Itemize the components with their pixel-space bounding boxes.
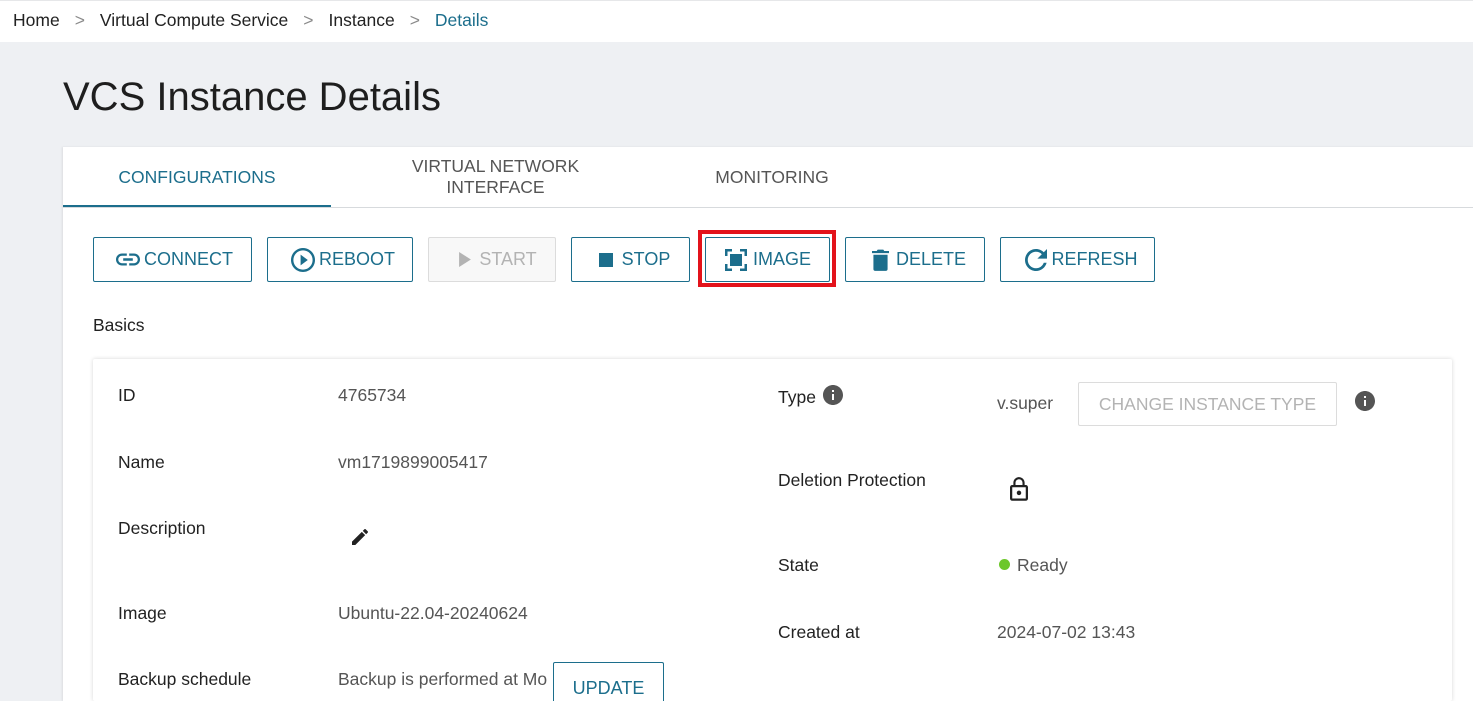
description-label: Description xyxy=(118,518,206,538)
image-label: Image xyxy=(118,603,167,623)
play-circle-icon xyxy=(290,247,315,272)
created-at-value: 2024-07-02 13:43 xyxy=(997,622,1136,642)
breadcrumb-home-link[interactable]: Home xyxy=(13,10,60,31)
start-button-label: START xyxy=(479,249,537,269)
type-value: v.super xyxy=(997,393,1054,413)
refresh-icon xyxy=(1025,248,1048,271)
stop-button-label: STOP xyxy=(621,249,671,269)
tab-virtual-network-interface[interactable]: VIRTUAL NETWORK INTERFACE xyxy=(331,147,660,207)
image-value: Ubuntu-22.04-20240624 xyxy=(338,603,528,623)
stop-button[interactable]: STOP xyxy=(571,237,690,282)
change-instance-type-button[interactable]: CHANGE INSTANCE TYPE xyxy=(1078,382,1337,426)
link-icon xyxy=(116,253,140,266)
reboot-button-label: REBOOT xyxy=(318,249,395,269)
tab-virtual-network-interface-label: VIRTUAL NETWORK INTERFACE xyxy=(411,156,580,197)
breadcrumb-instance-link[interactable]: Instance xyxy=(329,10,395,31)
tab-monitoring[interactable]: MONITORING xyxy=(660,147,884,207)
refresh-button[interactable]: REFRESH xyxy=(1000,237,1155,282)
delete-button-label: DELETE xyxy=(895,249,967,269)
pencil-icon[interactable] xyxy=(352,529,368,545)
breadcrumb-separator: > xyxy=(409,9,420,30)
created-at-label: Created at xyxy=(778,622,860,642)
name-label: Name xyxy=(118,452,165,472)
id-value: 4765734 xyxy=(338,385,407,405)
state-label: State xyxy=(778,555,819,575)
connect-button[interactable]: CONNECT xyxy=(93,237,252,282)
id-label: ID xyxy=(118,385,136,405)
reboot-button[interactable]: REBOOT xyxy=(267,237,413,282)
tab-monitoring-label: MONITORING xyxy=(715,166,829,187)
info-icon[interactable] xyxy=(1355,391,1375,411)
tab-configurations-label: CONFIGURATIONS xyxy=(118,166,276,187)
image-button[interactable]: IMAGE xyxy=(705,237,830,282)
update-backup-button[interactable]: UPDATE xyxy=(553,662,664,701)
delete-button[interactable]: DELETE xyxy=(845,237,985,282)
instance-details-card: CONFIGURATIONS VIRTUAL NETWORK INTERFACE… xyxy=(63,147,1473,701)
backup-schedule-value: Backup is performed at Mo xyxy=(338,669,548,689)
page-title: VCS Instance Details xyxy=(63,75,441,119)
backup-schedule-label: Backup schedule xyxy=(118,669,252,689)
trash-icon xyxy=(871,249,889,271)
info-icon[interactable] xyxy=(823,385,843,405)
stop-icon xyxy=(598,252,613,267)
status-indicator-dot xyxy=(999,559,1010,570)
name-value: vm1719899005417 xyxy=(338,452,488,472)
breadcrumb-separator: > xyxy=(303,9,314,30)
refresh-button-label: REFRESH xyxy=(1051,249,1138,269)
breadcrumb-current-details: Details xyxy=(434,9,489,30)
breadcrumb: Home > Virtual Compute Service > Instanc… xyxy=(0,0,1473,42)
start-button[interactable]: START xyxy=(428,237,556,282)
type-label: Type xyxy=(778,387,816,407)
state-value: Ready xyxy=(1017,555,1068,575)
image-button-label: IMAGE xyxy=(752,249,811,269)
tab-configurations[interactable]: CONFIGURATIONS xyxy=(63,147,331,207)
basics-panel: ID 4765734 Name vm1719899005417 Descript… xyxy=(93,359,1452,701)
tab-bar: CONFIGURATIONS VIRTUAL NETWORK INTERFACE… xyxy=(63,147,1473,208)
play-icon xyxy=(459,252,472,267)
breadcrumb-separator: > xyxy=(74,9,85,30)
image-capture-icon xyxy=(724,248,747,271)
deletion-protection-label: Deletion Protection xyxy=(778,470,926,490)
basics-heading: Basics xyxy=(93,315,145,335)
action-toolbar: CONNECT REBOOT START STOP IMAGE DELETE R… xyxy=(93,237,1155,282)
connect-button-label: CONNECT xyxy=(144,249,233,269)
breadcrumb-virtual-compute-service-link[interactable]: Virtual Compute Service xyxy=(100,10,288,31)
lock-icon[interactable] xyxy=(1010,477,1028,502)
